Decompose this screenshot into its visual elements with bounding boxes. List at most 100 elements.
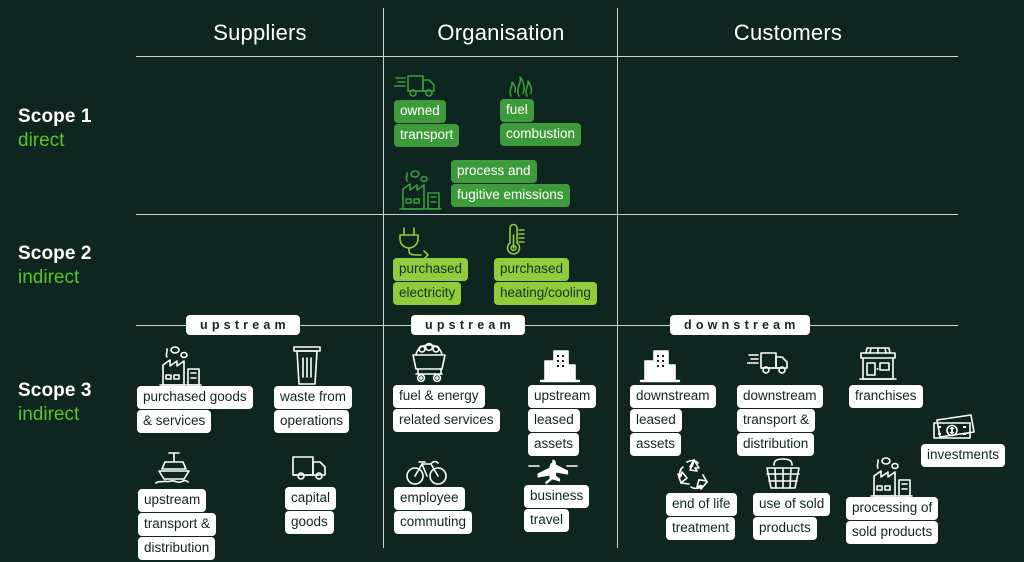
column-header-organisation: Organisation [385,17,617,49]
scope-label-scope3: Scope 3 indirect [18,379,138,428]
label-line: electricity [393,282,462,306]
stream-label: upstream [425,317,515,332]
delivery-truck-icon [747,339,795,385]
scope3-title: Scope 3 [18,380,92,401]
scope-label-scope1: Scope 1 direct [18,105,138,154]
item-downstream-transport-distribution: downstream transport & distribution [737,339,823,457]
process-fugitive-emissions-label: process and fugitive emissions [451,160,570,208]
power-plug-icon [393,224,435,258]
label-line: sold products [846,521,939,545]
label-line: franchises [849,385,923,409]
fuel-combustion-label: fuel combustion [500,99,582,147]
purchased-goods-services-label: purchased goods & services [137,386,253,434]
label-line: capital [285,487,337,511]
column-header-customers-label: Customers [733,20,843,45]
item-business-travel: business travel [524,455,590,533]
capital-goods-label: capital goods [285,487,337,535]
item-waste-from-operations: waste from operations [274,341,353,434]
label-line: assets [630,433,682,457]
stream-pill-upstream-suppliers: upstream [186,315,300,335]
bicycle-icon [404,455,450,487]
delivery-truck-icon [394,68,440,100]
label-line: use of sold [753,493,831,517]
office-buildings-icon [536,339,584,385]
label-line: goods [285,511,334,535]
label-line: purchased [393,258,469,282]
scope2-subtitle: indirect [18,267,80,289]
rule-below-headers [136,56,958,57]
scope1-subtitle: direct [18,130,65,152]
label-line: processing of [846,497,939,521]
label-line: employee [394,487,465,511]
label-line: purchased [494,258,570,282]
downstream-transport-distribution-label: downstream transport & distribution [737,385,823,457]
item-fuel-energy-related-services: fuel & energy related services [393,339,500,433]
label-line: end of life [666,493,737,517]
label-line: owned [394,100,446,124]
item-owned-transport: owned transport [394,68,460,148]
label-line: upstream [528,385,597,409]
business-travel-label: business travel [524,485,590,533]
label-line: products [753,517,817,541]
item-use-of-sold-products: use of sold products [753,455,831,541]
stream-pill-upstream-organisation: upstream [411,315,525,335]
column-header-organisation-label: Organisation [437,20,565,45]
label-line: transport & [138,513,217,537]
thermometer-icon [494,222,532,258]
item-franchises: franchises [849,339,923,409]
processing-of-sold-products-label: processing of sold products [846,497,939,545]
label-line: process and [451,160,537,184]
scope3-subtitle: indirect [18,404,80,426]
label-line: downstream [737,385,823,409]
trash-bin-icon [288,341,326,386]
franchises-label: franchises [849,385,923,409]
item-downstream-leased-assets: downstream leased assets [630,339,716,457]
stream-label: upstream [200,317,290,332]
scope-label-scope2: Scope 2 indirect [18,242,138,291]
label-line: & services [137,410,212,434]
scope2-title: Scope 2 [18,243,92,264]
upstream-transport-distribution-label: upstream transport & distribution [138,489,217,561]
item-capital-goods: capital goods [285,449,337,535]
upstream-leased-assets-label: upstream leased assets [528,385,597,457]
office-buildings-icon [636,339,684,385]
stream-label: downstream [684,317,800,332]
stream-pill-downstream-customers: downstream [670,315,810,335]
label-line: waste from [274,386,353,410]
label-line: fugitive emissions [451,184,570,208]
label-line: transport & [737,409,816,433]
divider-suppliers-organisation [383,8,384,548]
label-line: downstream [630,385,716,409]
item-purchased-heating-cooling: purchased heating/cooling [494,222,597,306]
label-line: distribution [737,433,815,457]
item-employee-commuting: employee commuting [394,455,473,535]
item-end-of-life-treatment: end of life treatment [666,455,737,541]
label-line: treatment [666,517,736,541]
label-line: transport [394,124,460,148]
fuel-energy-related-services-label: fuel & energy related services [393,385,500,433]
scopes-diagram: Suppliers Organisation Customers Scope 1… [0,0,1024,562]
flame-smoke-icon [500,65,538,99]
label-line: upstream [138,489,207,513]
factory-icon [397,165,445,210]
column-header-suppliers: Suppliers [136,17,384,49]
item-fuel-combustion: fuel combustion [500,65,582,147]
item-processing-of-sold-products: processing of sold products [846,452,939,545]
employee-commuting-label: employee commuting [394,487,473,535]
item-process-fugitive-emissions: process and fugitive emissions [397,160,570,210]
coal-cart-icon [405,339,453,385]
label-line: leased [528,409,580,433]
scope1-title: Scope 1 [18,106,92,127]
label-line: travel [524,509,570,533]
label-line: heating/cooling [494,282,597,306]
item-upstream-transport-distribution: upstream transport & distribution [138,449,217,561]
box-truck-icon [289,449,333,487]
rule-scope1-scope2 [136,214,958,215]
label-line: fuel & energy [393,385,485,409]
label-line: purchased goods [137,386,253,410]
banknotes-icon [929,410,981,444]
waste-from-operations-label: waste from operations [274,386,353,434]
storefront-icon [855,339,901,385]
item-upstream-leased-assets: upstream leased assets [528,339,597,457]
label-line: assets [528,433,580,457]
